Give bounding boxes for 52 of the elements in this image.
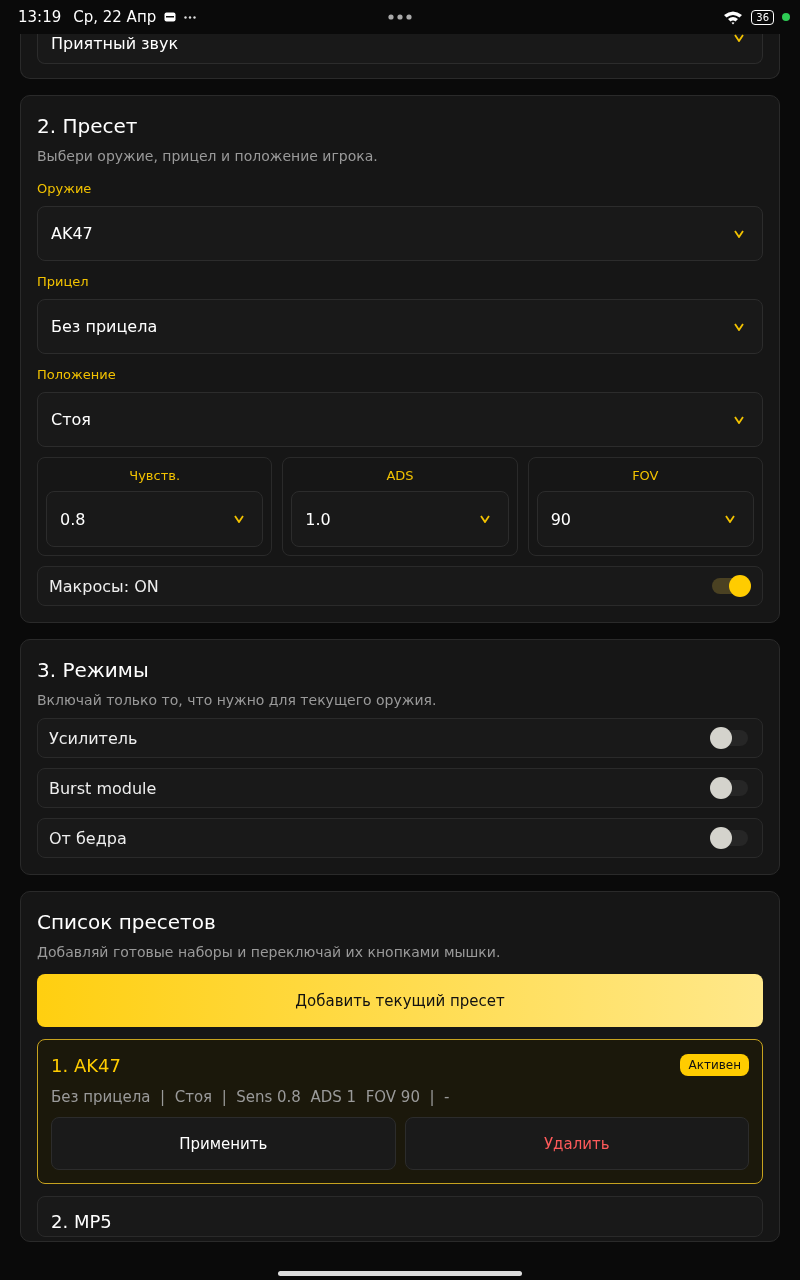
wifi-icon [723,9,744,25]
preset-details: Без прицела | Стоя | Sens 0.8 ADS 1 FOV 90 | - [51,1088,451,1106]
dropdown-field[interactable]: 0.8 [46,491,264,547]
param-label: ADS [385,468,415,483]
more-icon [388,14,412,20]
preset-title: 1. AK47 [51,1054,121,1076]
section-title: 3. Режимы [37,657,150,684]
chevron-icon [734,322,744,331]
toggle-switch[interactable] [712,780,748,796]
more-icon [184,15,197,19]
toggle-label: От бедра [49,828,127,848]
section-subtitle: Выбери оружие, прицел и положение игрока. [37,147,379,166]
toggle-switch[interactable] [712,730,748,746]
home-indicator[interactable] [278,1270,522,1276]
toggle-label: Макросы: ON [49,576,159,596]
toggle-label: Burst module [49,778,157,798]
sound-select[interactable]: Приятный звук [37,34,763,64]
field-label: Прицел [37,273,90,291]
status-date: Ср, 22 Апр [73,8,157,26]
preset-item[interactable]: 2. MP5 [37,1196,763,1237]
section-subtitle: Добавляй готовые наборы и переключай их кнопками мышки. [37,943,502,962]
dot-icon [782,13,790,21]
battery-indicator: 36 [751,9,774,25]
dropdown-field[interactable]: Стоя [37,392,763,447]
preset-title: 2. MP5 [51,1211,112,1232]
param-label: FOV [631,468,660,483]
add-preset-button[interactable]: Добавить текущий пресет [37,974,763,1027]
chevron-icon [734,34,744,42]
toggle-switch[interactable] [712,578,748,594]
notification-icon [164,12,177,22]
chevron-icon [725,515,735,523]
status-time: 13:19 [18,8,62,26]
param-label: Чувств. [128,468,182,483]
dropdown-field[interactable]: 90 [536,491,754,547]
dropdown-field[interactable]: AK47 [37,206,763,261]
chevron-icon [734,229,744,238]
status-badge: Активен [680,1054,749,1076]
chevron-icon [734,415,744,424]
apply-button[interactable]: Применить [51,1117,396,1170]
dropdown-field[interactable]: Без прицела [37,299,763,354]
section-title: Список пресетов [37,909,217,936]
section-title: 2. Пресет [37,113,139,140]
delete-button[interactable]: Удалить [404,1117,749,1170]
dropdown-field[interactable]: 1.0 [291,491,509,547]
chevron-icon [234,515,245,523]
field-label: Оружие [37,180,93,198]
chevron-icon [479,515,490,523]
toggle-switch[interactable] [712,830,748,846]
preset-item[interactable]: 1. AK47 Активен Без прицела | Стоя | Sens 0.8 ADS 1 FOV 90 | - Применить Удалить [37,1039,763,1184]
section-subtitle: Включай только то, что нужно для текущего оружия. [37,691,438,710]
field-label: Положение [37,366,117,384]
toggle-label: Усилитель [49,728,138,748]
